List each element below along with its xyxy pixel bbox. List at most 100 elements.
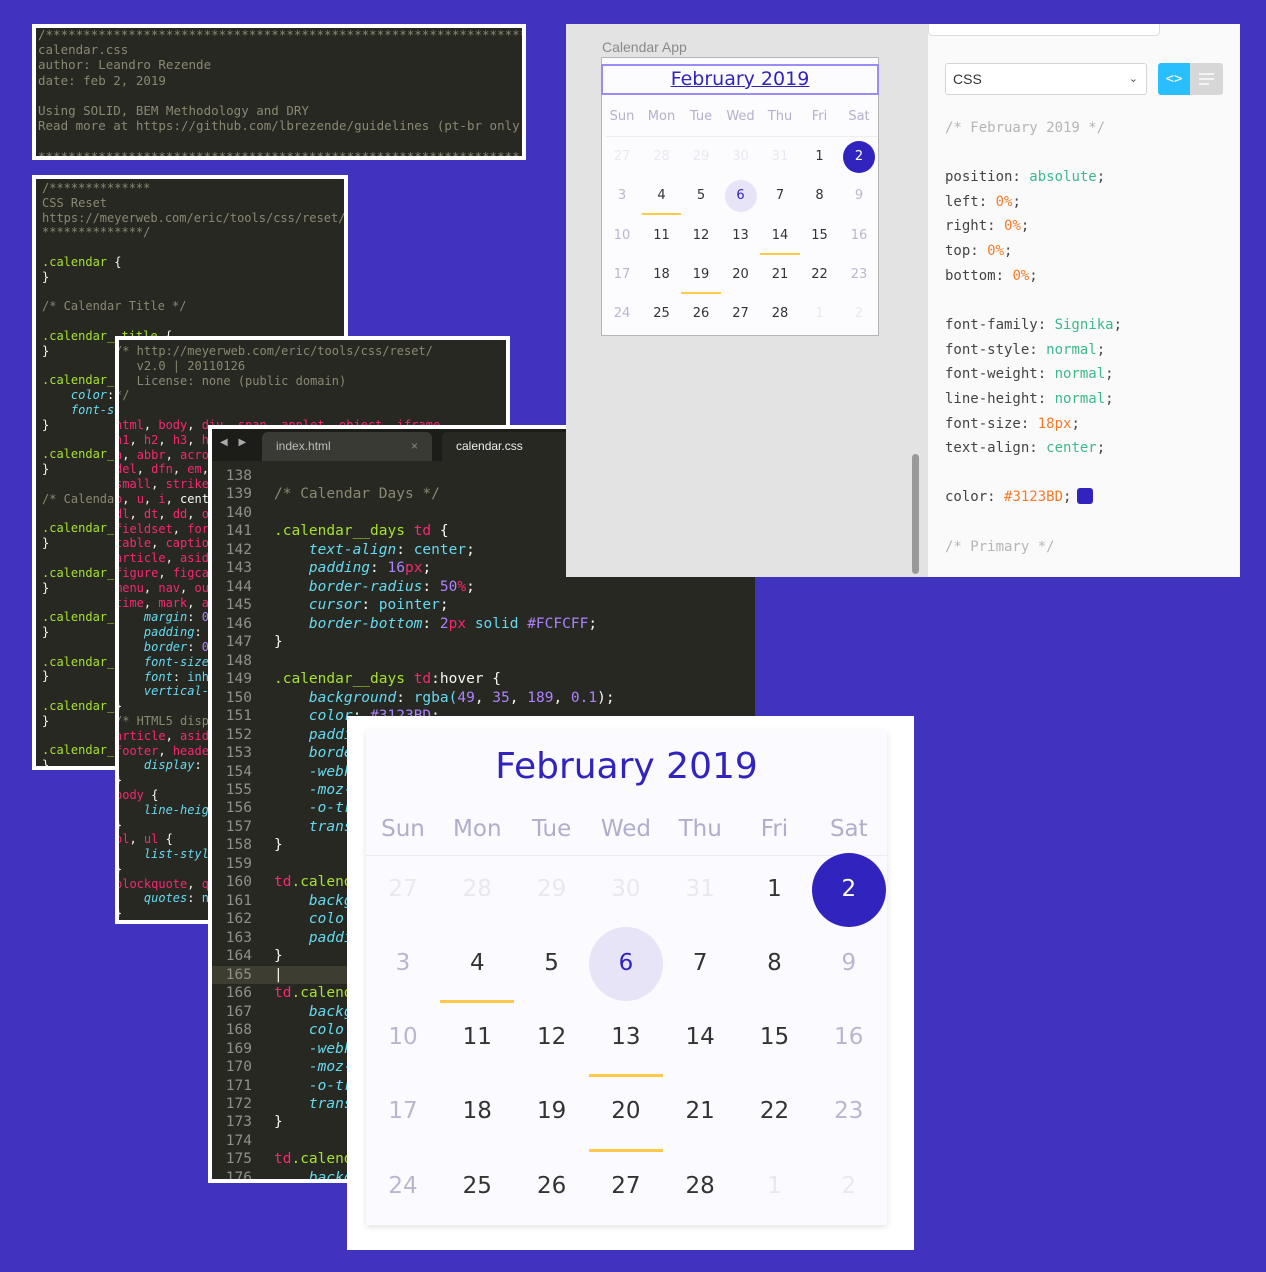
- code-token: text-align:: [945, 440, 1047, 456]
- code-token: list-styl: [143, 847, 209, 862]
- calendar-day[interactable]: 1: [800, 149, 840, 164]
- calendar-day[interactable]: 22: [800, 267, 840, 282]
- calendar-day[interactable]: 22: [738, 1098, 812, 1124]
- calendar-day[interactable]: 9: [839, 188, 879, 203]
- calendar-day[interactable]: 14: [663, 1024, 737, 1050]
- line-number: 145: [225, 597, 252, 614]
- calendar-day[interactable]: 12: [681, 228, 721, 243]
- calendar-day[interactable]: 16: [812, 1024, 886, 1050]
- calendar-day[interactable]: 12: [515, 1024, 589, 1050]
- calendar-day[interactable]: 16: [839, 228, 879, 243]
- calendar-day[interactable]: 3: [602, 188, 642, 203]
- calendar-day[interactable]: 11: [440, 1024, 514, 1050]
- line-number: 161: [225, 892, 252, 909]
- code-text: -moz-: [274, 781, 353, 799]
- calendar-day[interactable]: 2: [812, 1173, 886, 1199]
- calendar-day[interactable]: 25: [440, 1173, 514, 1199]
- calendar-day[interactable]: 14: [760, 228, 800, 243]
- code-view-button[interactable]: <>: [1158, 63, 1190, 95]
- calendar-day[interactable]: 28: [663, 1173, 737, 1199]
- calendar-day[interactable]: 10: [366, 1024, 440, 1050]
- tab-nav-arrows-icon[interactable]: ◀ ▶: [220, 437, 250, 448]
- calendar-day[interactable]: 21: [663, 1098, 737, 1124]
- calendar-day[interactable]: 8: [800, 188, 840, 203]
- code-token: .calendar_: [42, 521, 115, 536]
- artboard-label[interactable]: Calendar App: [602, 39, 687, 55]
- calendar-day[interactable]: 2: [839, 149, 879, 164]
- calendar-day[interactable]: 7: [663, 950, 737, 976]
- calendar-day[interactable]: 23: [812, 1098, 886, 1124]
- calendar-day[interactable]: 31: [760, 149, 800, 164]
- calendar-day[interactable]: 4: [642, 188, 682, 203]
- calendar-day[interactable]: 1: [738, 876, 812, 902]
- calendar-day[interactable]: 2: [839, 306, 879, 321]
- calendar-day[interactable]: 28: [440, 876, 514, 902]
- calendar-day[interactable]: 6: [721, 188, 761, 203]
- canvas-scrollbar[interactable]: [912, 454, 919, 574]
- calendar-day[interactable]: 28: [760, 306, 800, 321]
- calendar-day[interactable]: 24: [602, 306, 642, 321]
- calendar-day[interactable]: 30: [721, 149, 761, 164]
- calendar-day[interactable]: 31: [663, 876, 737, 902]
- calendar-day[interactable]: 8: [738, 950, 812, 976]
- calendar-day[interactable]: 18: [642, 267, 682, 282]
- list-view-button[interactable]: [1190, 63, 1223, 95]
- calendar-day[interactable]: 27: [602, 149, 642, 164]
- calendar-day[interactable]: 13: [721, 228, 761, 243]
- code-token: color:: [945, 489, 1005, 505]
- calendar-day[interactable]: 5: [681, 188, 721, 203]
- calendar-day[interactable]: 2: [812, 876, 886, 902]
- code-token: ,: [143, 417, 159, 432]
- calendar-day[interactable]: 26: [681, 306, 721, 321]
- calendar-day[interactable]: 17: [602, 267, 642, 282]
- calendar-day[interactable]: 30: [589, 876, 663, 902]
- code-token: text-align: [308, 541, 397, 558]
- calendar-day[interactable]: 6: [589, 950, 663, 976]
- calendar-day[interactable]: 18: [440, 1098, 514, 1124]
- calendar-day[interactable]: 25: [642, 306, 682, 321]
- calendar-day[interactable]: 17: [366, 1098, 440, 1124]
- calendar-day[interactable]: 3: [366, 950, 440, 976]
- language-select[interactable]: CSS ⌄: [945, 63, 1147, 95]
- calendar-day[interactable]: 29: [681, 149, 721, 164]
- calendar-day[interactable]: 10: [602, 228, 642, 243]
- calendar-day[interactable]: 4: [440, 950, 514, 976]
- calendar-day[interactable]: 11: [642, 228, 682, 243]
- code-text: trans: [274, 1095, 353, 1113]
- calendar-day[interactable]: 21: [760, 267, 800, 282]
- calendar-day[interactable]: 9: [812, 950, 886, 976]
- mini-calendar-artboard[interactable]: February 2019 Sun Mon Tue Wed Thu Fri Sat 27 28 2…: [601, 57, 879, 336]
- calendar-day[interactable]: 26: [515, 1173, 589, 1199]
- tab-index-html[interactable]: index.html ×: [262, 432, 432, 461]
- calendar-day[interactable]: 19: [681, 267, 721, 282]
- calendar-day[interactable]: 19: [515, 1098, 589, 1124]
- weekday-header: Mon: [647, 109, 676, 124]
- calendar-title-selected[interactable]: February 2019: [601, 64, 879, 95]
- calendar-day[interactable]: 15: [738, 1024, 812, 1050]
- calendar-day[interactable]: 15: [800, 228, 840, 243]
- close-icon[interactable]: ×: [411, 432, 418, 461]
- line-number: 167: [225, 1003, 252, 1020]
- calendar-day[interactable]: 1: [800, 306, 840, 321]
- calendar-day[interactable]: 5: [515, 950, 589, 976]
- code-token: ;: [1096, 169, 1106, 185]
- code-token: ;: [439, 597, 449, 614]
- calendar-day[interactable]: 13: [589, 1024, 663, 1050]
- calendar-day[interactable]: 20: [721, 267, 761, 282]
- calendar-day[interactable]: 7: [760, 188, 800, 203]
- calendar-day[interactable]: 23: [839, 267, 879, 282]
- calendar-day[interactable]: 20: [589, 1098, 663, 1124]
- calendar-day[interactable]: 29: [515, 876, 589, 902]
- calendar-day[interactable]: 28: [642, 149, 682, 164]
- calendar-day[interactable]: 1: [738, 1173, 812, 1199]
- calendar-day[interactable]: 27: [721, 306, 761, 321]
- calendar-day[interactable]: 27: [366, 876, 440, 902]
- weekday-header: Thu: [678, 816, 722, 842]
- code-token: solid: [466, 615, 528, 632]
- calendar-day[interactable]: 24: [366, 1173, 440, 1199]
- code-token: }: [115, 699, 123, 714]
- calendar-day[interactable]: 27: [589, 1173, 663, 1199]
- color-swatch[interactable]: [1077, 488, 1094, 504]
